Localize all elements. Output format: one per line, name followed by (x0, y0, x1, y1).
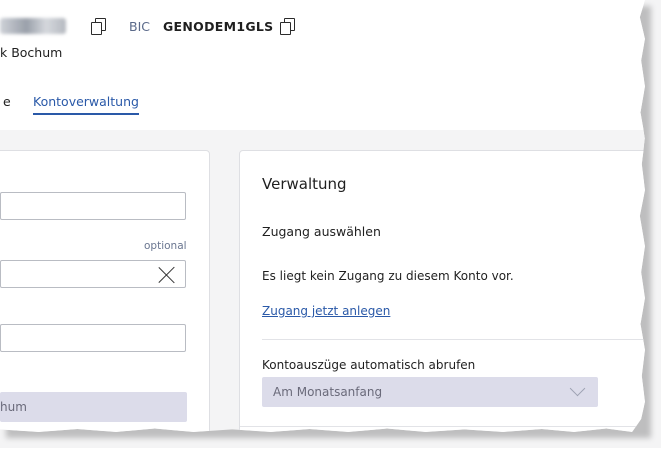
optional-label: optional (144, 240, 187, 252)
divider (240, 426, 645, 427)
bank-name: k Bochum (0, 45, 63, 60)
no-access-text: Es liegt kein Zugang zu diesem Konto vor… (262, 269, 514, 283)
copy-icon[interactable] (280, 18, 295, 35)
tab-previous[interactable]: e (3, 94, 11, 109)
tab-kontoverwaltung[interactable]: Kontoverwaltung (33, 94, 139, 115)
copy-icon[interactable] (91, 18, 106, 35)
disabled-field: hum (0, 392, 187, 422)
torn-page: BIC GENODEM1GLS k Bochum e Kontoverwaltu… (0, 0, 645, 432)
divider (262, 339, 645, 340)
close-icon[interactable] (158, 266, 176, 284)
account-name-input[interactable] (0, 192, 186, 220)
text-input[interactable] (0, 324, 186, 352)
auto-fetch-value: Am Monatsanfang (273, 385, 383, 399)
iban-redacted (0, 18, 66, 34)
account-header: BIC GENODEM1GLS k Bochum e Kontoverwaltu… (0, 0, 645, 130)
chevron-down-icon (569, 380, 586, 397)
disabled-field-value: hum (0, 400, 27, 414)
access-heading: Zugang auswählen (262, 224, 381, 239)
bic-label: BIC (129, 19, 150, 34)
auto-fetch-select[interactable]: Am Monatsanfang (262, 377, 598, 407)
screenshot-canvas: BIC GENODEM1GLS k Bochum e Kontoverwaltu… (0, 0, 661, 448)
create-access-link[interactable]: Zugang jetzt anlegen (262, 304, 390, 318)
section-title: Verwaltung (262, 175, 347, 193)
auto-fetch-label: Kontoauszüge automatisch abrufen (262, 358, 476, 372)
bic-value: GENODEM1GLS (163, 19, 274, 34)
